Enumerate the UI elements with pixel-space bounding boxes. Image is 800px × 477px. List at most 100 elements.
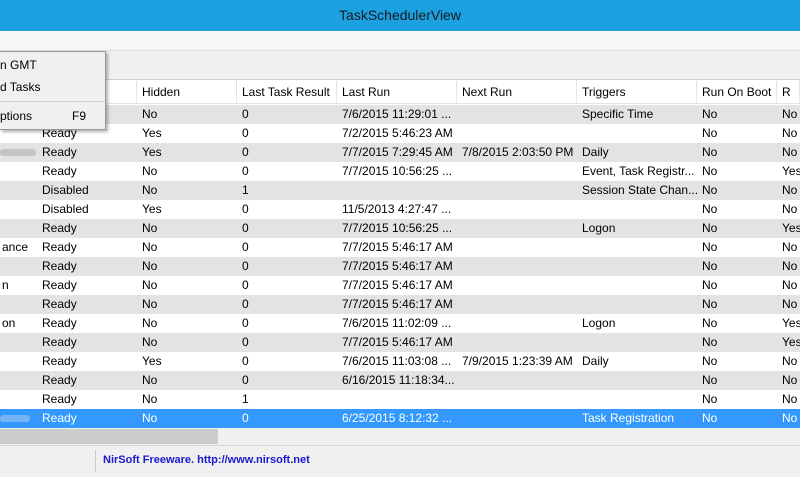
last-run-cell: 6/25/2015 8:12:32 ... [342, 411, 453, 425]
hidden-cell: No [142, 335, 158, 349]
task-name-cell [0, 371, 40, 390]
hidden-cell: No [142, 373, 158, 387]
table-row[interactable]: Disabled No 1 Session State Chan... No No [0, 181, 800, 200]
status-cell: Ready [42, 221, 77, 235]
last-run-cell [340, 390, 458, 409]
triggers-cell [580, 295, 698, 314]
hidden-cell: No [142, 240, 158, 254]
table-row[interactable]: Ready No 0 7/7/2015 5:46:17 AM No No [0, 257, 800, 276]
run-on-boot-cell: No [702, 259, 718, 273]
last-task-result-cell: 0 [242, 240, 249, 254]
last-task-result-cell: 1 [242, 183, 249, 197]
status-cell: Disabled [42, 183, 89, 197]
next-run-cell: 7/8/2015 2:03:50 PM [462, 145, 574, 159]
table-row[interactable]: ance Ready No 0 7/7/2015 5:46:17 AM No No [0, 238, 800, 257]
next-run-cell [460, 276, 578, 295]
menu-item-label: d Tasks [0, 80, 41, 94]
horizontal-scrollbar[interactable] [0, 428, 800, 445]
extra-column-cell: No [782, 145, 798, 159]
table-row[interactable]: Ready Yes 0 7/6/2015 11:03:08 ... 7/9/2015 1… [0, 352, 800, 371]
menu-item-tasks[interactable]: d Tasks [0, 76, 104, 98]
triggers-cell: Task Registration [582, 411, 675, 425]
last-run-cell: 7/7/2015 5:46:17 AM [342, 297, 453, 311]
extra-column-cell: Yes [782, 335, 800, 349]
next-run-cell [460, 390, 578, 409]
task-list[interactable]: Hidden Last Task Result Last Run Next Ru… [0, 80, 800, 430]
task-name-cell: ance [2, 240, 29, 254]
scrollbar-thumb[interactable] [0, 429, 218, 444]
column-header-triggers[interactable]: Triggers [577, 80, 697, 104]
last-task-result-cell: 0 [242, 259, 249, 273]
column-header-hidden[interactable]: Hidden [137, 80, 237, 104]
run-on-boot-cell: No [702, 240, 718, 254]
menu-item-label: n GMT [0, 58, 37, 72]
triggers-cell [580, 200, 698, 219]
column-header-last-run[interactable]: Last Run [337, 80, 457, 104]
table-row[interactable]: No 0 7/6/2015 11:29:01 ... Specific Time No N… [0, 105, 800, 124]
run-on-boot-cell: No [702, 164, 718, 178]
column-header-truncated[interactable]: R [777, 80, 800, 104]
task-name-cell: on [2, 316, 16, 330]
task-name-cell [0, 162, 40, 181]
extra-column-cell: No [782, 240, 798, 254]
hidden-cell: No [142, 392, 158, 406]
last-task-result-cell: 0 [242, 354, 249, 368]
task-name-cell [0, 352, 40, 371]
column-header-next-run[interactable]: Next Run [457, 80, 577, 104]
run-on-boot-cell: No [702, 335, 718, 349]
last-task-result-cell: 0 [242, 126, 249, 140]
column-header-run-on-boot[interactable]: Run On Boot [697, 80, 777, 104]
last-task-result-cell: 0 [242, 373, 249, 387]
next-run-cell [460, 333, 578, 352]
next-run-cell [460, 124, 578, 143]
status-cell: Ready [42, 316, 77, 330]
table-row[interactable]: Ready Yes 0 7/2/2015 5:46:23 AM No No [0, 124, 800, 143]
last-run-cell: 7/7/2015 5:46:17 AM [342, 240, 453, 254]
table-row[interactable]: Ready No 0 7/7/2015 5:46:17 AM No Yes [0, 333, 800, 352]
table-row[interactable]: Ready No 0 7/7/2015 5:46:17 AM No No [0, 295, 800, 314]
table-row[interactable]: Ready No 0 7/7/2015 10:56:25 ... Logon No Yes [0, 219, 800, 238]
menu-item-options[interactable]: ptions F9 [0, 105, 104, 127]
run-on-boot-cell: No [702, 145, 718, 159]
table-row[interactable]: Ready No 0 7/7/2015 10:56:25 ... Event, Task… [0, 162, 800, 181]
table-row[interactable]: Ready No 1 No No [0, 390, 800, 409]
run-on-boot-cell: No [702, 107, 718, 121]
extra-column-cell: No [782, 202, 798, 216]
run-on-boot-cell: No [702, 373, 718, 387]
last-task-result-cell: 0 [242, 164, 249, 178]
last-task-result-cell: 0 [242, 278, 249, 292]
nirsoft-link[interactable]: NirSoft Freeware. http://www.nirsoft.net [103, 454, 310, 466]
table-row[interactable]: on Ready No 0 7/6/2015 11:02:09 ... Logon No Ye… [0, 314, 800, 333]
next-run-cell: 7/9/2015 1:23:39 AM [462, 354, 573, 368]
menu-separator [0, 101, 104, 102]
hidden-cell: No [142, 297, 158, 311]
next-run-cell [460, 295, 578, 314]
table-row[interactable]: n Ready No 0 7/7/2015 5:46:17 AM No No [0, 276, 800, 295]
extra-column-cell: Yes [782, 164, 800, 178]
triggers-cell [580, 371, 698, 390]
hidden-cell: Yes [142, 202, 162, 216]
menu-item-show-gmt[interactable]: n GMT [0, 54, 104, 76]
extra-column-cell: No [782, 183, 798, 197]
status-cell: Ready [42, 259, 77, 273]
toolbar [0, 51, 800, 80]
extra-column-cell: No [782, 373, 798, 387]
table-row[interactable]: Ready No 0 6/16/2015 11:18:34... No No [0, 371, 800, 390]
extra-column-cell: No [782, 278, 798, 292]
last-run-cell: 7/7/2015 5:46:17 AM [342, 278, 453, 292]
triggers-cell: Logon [582, 221, 616, 235]
table-row[interactable]: Ready Yes 0 7/7/2015 7:29:45 AM 7/8/2015 2:0… [0, 143, 800, 162]
table-row[interactable]: Ready No 0 6/25/2015 8:12:32 ... Task Regist… [0, 409, 800, 428]
last-run-cell: 7/7/2015 5:46:17 AM [342, 259, 453, 273]
hidden-cell: No [142, 183, 158, 197]
last-run-cell: 7/6/2015 11:29:01 ... [342, 107, 452, 121]
menu-bar [0, 31, 800, 51]
column-header-last-task-result[interactable]: Last Task Result [237, 80, 337, 104]
last-task-result-cell: 0 [242, 297, 249, 311]
task-name-cell [0, 295, 40, 314]
last-task-result-cell: 0 [242, 145, 249, 159]
window-title: TaskSchedulerView [339, 7, 461, 23]
triggers-cell [580, 276, 698, 295]
triggers-cell [580, 124, 698, 143]
table-row[interactable]: Disabled Yes 0 11/5/2013 4:27:47 ... No No [0, 200, 800, 219]
